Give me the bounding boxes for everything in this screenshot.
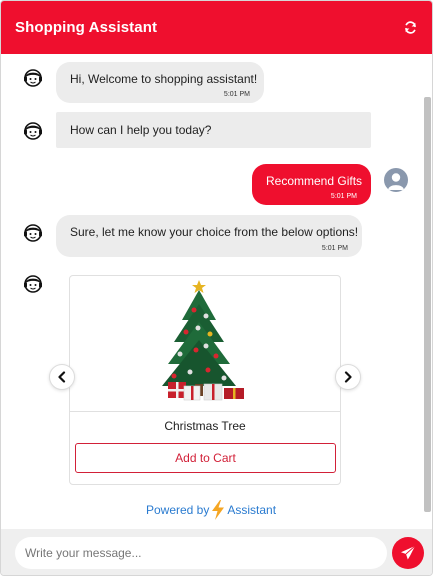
product-image[interactable] bbox=[70, 276, 340, 412]
chat-header: Shopping Assistant bbox=[1, 1, 432, 54]
message-list[interactable]: Hi, Welcome to shopping assistant! 5:01 … bbox=[1, 54, 432, 529]
message-text: How can I help you today? bbox=[70, 123, 212, 137]
message-text: Sure, let me know your choice from the b… bbox=[70, 225, 359, 239]
bot-avatar-icon bbox=[24, 275, 42, 293]
christmas-tree-image bbox=[162, 280, 244, 401]
bot-message-bubble: How can I help you today? bbox=[56, 112, 371, 148]
message-input[interactable] bbox=[15, 537, 387, 569]
chat-window: Shopping Assistant Hi, Welcome to shoppi… bbox=[0, 0, 433, 576]
message-text: Recommend Gifts bbox=[266, 174, 363, 188]
powered-by[interactable]: Powered by Assistant bbox=[1, 500, 421, 520]
bot-message-bubble: Sure, let me know your choice from the b… bbox=[56, 215, 362, 257]
send-button[interactable] bbox=[392, 537, 424, 569]
header-title: Shopping Assistant bbox=[15, 19, 158, 36]
bot-avatar-icon bbox=[24, 122, 42, 140]
powered-by-brand: Assistant bbox=[227, 503, 277, 517]
scrollbar[interactable] bbox=[424, 97, 431, 512]
message-time: 5:01 PM bbox=[321, 245, 348, 252]
refresh-button[interactable] bbox=[400, 17, 420, 37]
bot-avatar-icon bbox=[24, 224, 42, 242]
user-message-bubble: Recommend Gifts 5:01 PM bbox=[252, 164, 371, 205]
bot-message-bubble: Hi, Welcome to shopping assistant! 5:01 … bbox=[56, 62, 264, 103]
message-time: 5:01 PM bbox=[330, 193, 357, 200]
send-icon bbox=[401, 545, 416, 560]
carousel-next-button[interactable] bbox=[335, 364, 361, 390]
refresh-icon bbox=[404, 20, 416, 34]
carousel-prev-button[interactable] bbox=[49, 364, 75, 390]
message-text: Hi, Welcome to shopping assistant! bbox=[70, 72, 258, 86]
message-time: 5:01 PM bbox=[223, 91, 250, 98]
composer bbox=[1, 529, 432, 575]
chevron-left-icon bbox=[58, 371, 66, 383]
bot-avatar-icon bbox=[24, 69, 42, 87]
powered-by-label: Powered by bbox=[145, 503, 210, 517]
product-card: Christmas Tree Add to Cart bbox=[69, 275, 341, 485]
lightning-bolt-icon bbox=[212, 500, 225, 520]
add-to-cart-button[interactable]: Add to Cart bbox=[75, 443, 336, 473]
user-avatar-icon bbox=[384, 168, 408, 192]
chevron-right-icon bbox=[344, 371, 352, 383]
product-name: Christmas Tree bbox=[164, 419, 246, 433]
